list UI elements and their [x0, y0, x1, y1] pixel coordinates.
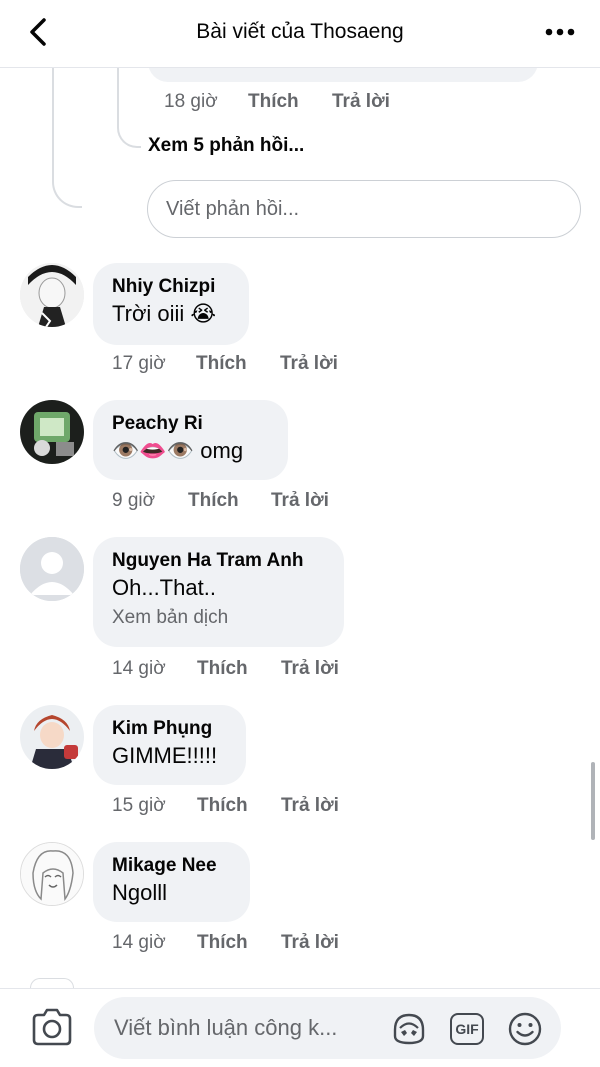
comment-text: 👁️👄👁️ omg — [112, 438, 244, 463]
default-avatar-icon — [20, 537, 84, 601]
comment-bubble: Mikage Nee Ngolll — [93, 842, 250, 922]
avatar-image — [20, 400, 84, 464]
comment-text: Ngolll — [112, 880, 168, 905]
thread-connector-line — [52, 68, 82, 208]
reply-button[interactable]: Trả lời — [280, 353, 338, 375]
comment-input[interactable]: Viết bình luận công k... GIF — [94, 997, 561, 1059]
comment-author[interactable]: Nhiy Chizpi — [112, 275, 229, 299]
comment-time: 14 giờ — [112, 658, 166, 679]
comment-bubble: Kim Phụng GIMME!!!!! — [93, 705, 246, 785]
comment-time: 17 giờ — [112, 353, 166, 374]
comment-text: Trời oiii 😭 — [112, 301, 217, 326]
reply-connector-line — [117, 68, 141, 148]
like-button[interactable]: Thích — [188, 490, 271, 512]
avatar[interactable] — [20, 400, 84, 464]
comment-text: GIMME!!!!! — [112, 743, 218, 768]
like-button[interactable]: Thích — [197, 795, 281, 817]
comment-actions: 14 giờ Thích Trả lời — [112, 658, 339, 680]
reply-input-placeholder: Viết phản hồi... — [166, 197, 300, 220]
next-comment-avatar — [30, 978, 74, 988]
avatar-image — [21, 843, 83, 905]
emoji-button[interactable] — [506, 1010, 544, 1048]
comment-actions: 14 giờ Thích Trả lời — [112, 932, 339, 954]
reply-actions: 18 giờ Thích Trả lời — [164, 91, 390, 113]
top-bar: Bài viết của Thosaeng — [0, 0, 600, 68]
scrollbar[interactable] — [591, 762, 595, 840]
comment-time: 15 giờ — [112, 795, 166, 816]
see-translation-link[interactable]: Xem bản dịch — [112, 603, 324, 633]
avatar-sticker-icon — [393, 1013, 425, 1045]
emoji-icon — [508, 1012, 542, 1046]
comment-author[interactable]: Peachy Ri — [112, 412, 268, 436]
gif-label: GIF — [455, 1021, 479, 1037]
comment-author[interactable]: Kim Phụng — [112, 717, 226, 741]
comment-bubble: Nhiy Chizpi Trời oiii 😭 — [93, 263, 249, 345]
comment-author[interactable]: Mikage Nee — [112, 854, 230, 878]
avatar[interactable] — [20, 842, 84, 906]
comment-actions: 17 giờ Thích Trả lời — [112, 353, 338, 375]
like-button[interactable]: Thích — [248, 91, 332, 113]
avatar-sticker-button[interactable] — [390, 1010, 428, 1048]
avatar-image — [20, 263, 84, 327]
reply-button[interactable]: Trả lời — [281, 795, 339, 817]
page-title: Bài viết của Thosaeng — [196, 20, 404, 43]
see-more-replies-link[interactable]: Xem 5 phản hồi... — [148, 135, 304, 157]
comment-time: 9 giờ — [112, 490, 156, 511]
reply-time: 18 giờ — [164, 91, 218, 112]
more-options-button[interactable] — [542, 18, 578, 46]
comment-input-placeholder: Viết bình luận công k... — [114, 1015, 338, 1040]
avatar[interactable] — [20, 263, 84, 327]
reply-button[interactable]: Trả lời — [281, 932, 339, 954]
avatar[interactable] — [20, 705, 84, 769]
comment-composer: Viết bình luận công k... GIF — [0, 988, 600, 1067]
like-button[interactable]: Thích — [197, 658, 281, 680]
comment-author[interactable]: Nguyen Ha Tram Anh — [112, 549, 324, 573]
gif-icon: GIF — [450, 1013, 484, 1045]
avatar-image — [20, 705, 84, 769]
like-button[interactable]: Thích — [196, 353, 280, 375]
camera-button[interactable] — [30, 1007, 74, 1047]
reply-button[interactable]: Trả lời — [271, 490, 329, 512]
more-horizontal-icon — [545, 28, 575, 36]
comment-actions: 9 giờ Thích Trả lời — [112, 490, 329, 512]
comment-bubble: Nguyen Ha Tram Anh Oh...That.. Xem bản d… — [93, 537, 344, 647]
reply-button[interactable]: Trả lời — [281, 658, 339, 680]
reply-input[interactable]: Viết phản hồi... — [147, 180, 581, 238]
like-button[interactable]: Thích — [197, 932, 281, 954]
camera-icon — [32, 1008, 72, 1046]
comment-time: 14 giờ — [112, 932, 166, 953]
comment-text: Oh...That.. — [112, 575, 216, 600]
gif-button[interactable]: GIF — [448, 1010, 486, 1048]
comment-bubble: Peachy Ri 👁️👄👁️ omg — [93, 400, 288, 480]
reply-button[interactable]: Trả lời — [332, 91, 390, 113]
avatar[interactable] — [20, 537, 84, 601]
comment-actions: 15 giờ Thích Trả lời — [112, 795, 339, 817]
